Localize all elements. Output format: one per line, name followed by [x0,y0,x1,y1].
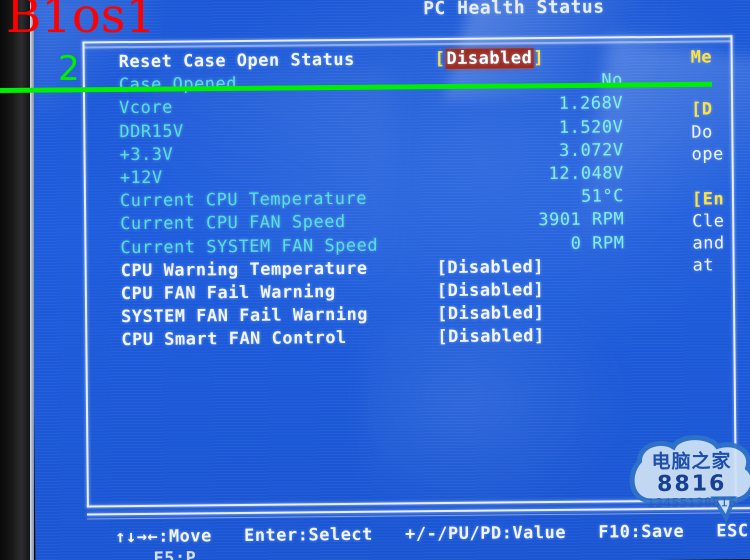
setting-value[interactable]: [Disabled] [437,257,545,278]
setting-label: Reset Case Open Status [118,49,355,73]
item-help-line: [En [691,189,725,210]
annotation-step-number: 2 [58,49,80,89]
setting-label: Case Opened [118,74,238,96]
item-help-line: Cle [692,211,725,232]
setting-value[interactable]: 12.048V [464,163,623,185]
annotation-label: B1os1 [6,0,156,44]
setting-value[interactable]: [Disabled] [437,303,545,324]
setting-value[interactable]: 3901 RPM [464,210,624,232]
item-help-line: and [692,233,725,254]
setting-label: Current CPU Temperature [119,188,367,212]
setting-option-brackets: [Disabled] [436,303,545,325]
setting-value[interactable]: [Disabled] [437,326,545,347]
setting-label: CPU Smart FAN Control [121,328,347,351]
watermark-phone: 13455138816 [647,495,737,511]
setting-value[interactable]: 1.520V [463,117,624,139]
setting-option-brackets: [Disabled] [436,280,545,302]
setting-option-brackets: [Disabled] [437,326,545,348]
item-help-line: [D [691,99,713,120]
setting-value[interactable]: 3.072V [463,140,624,162]
setting-label: +12V [119,167,163,189]
monitor-photo-scene: CMOS Setup Utility - Copyright (C) PC He… [0,0,750,560]
screen-edge-highlight [30,0,34,560]
setting-value[interactable]: 0 RPM [464,233,625,255]
setting-label: +3.3V [119,144,174,165]
setting-label: Vcore [119,98,173,119]
setting-option-brackets: [Disabled] [434,48,545,70]
setting-label: CPU FAN Fail Warning [120,282,336,305]
setting-option-brackets: [Disabled] [436,256,545,278]
item-help-line: ope [691,144,724,165]
watermark-brand: 电脑之家 [651,450,732,474]
watermark: 电脑之家 8816 13455138816 [617,430,750,523]
monitor-bezel [0,0,30,560]
setting-label: CPU Warning Temperature [120,258,368,281]
setting-value[interactable]: [Disabled] [437,280,545,301]
hotkeys-line-2: F5:P [153,548,197,560]
setting-label: DDR15V [119,121,184,142]
setting-label: SYSTEM FAN Fail Warning [121,304,369,328]
setting-value[interactable]: [Disabled] [435,48,545,69]
page-title: PC Health Status [423,0,605,20]
hotkeys-line-1: ↑↓→←:Move Enter:Select +/-/PU/PD:Value F… [115,520,750,548]
item-help-heading: Me [690,47,713,68]
item-help-line: Do [691,122,713,143]
setting-value[interactable]: 1.268V [463,94,624,116]
item-help-line: at [692,255,715,276]
setting-value[interactable]: 51°C [464,186,624,208]
setting-value[interactable]: No [463,71,623,93]
setting-label: Current CPU FAN Speed [120,212,346,235]
setting-label: Current SYSTEM FAN Speed [120,235,379,258]
watermark-number: 8816 [656,471,727,498]
selected-option-value[interactable]: Disabled [445,48,534,70]
setting-row[interactable]: CPU Smart FAN Control [Disabled] [85,324,735,353]
